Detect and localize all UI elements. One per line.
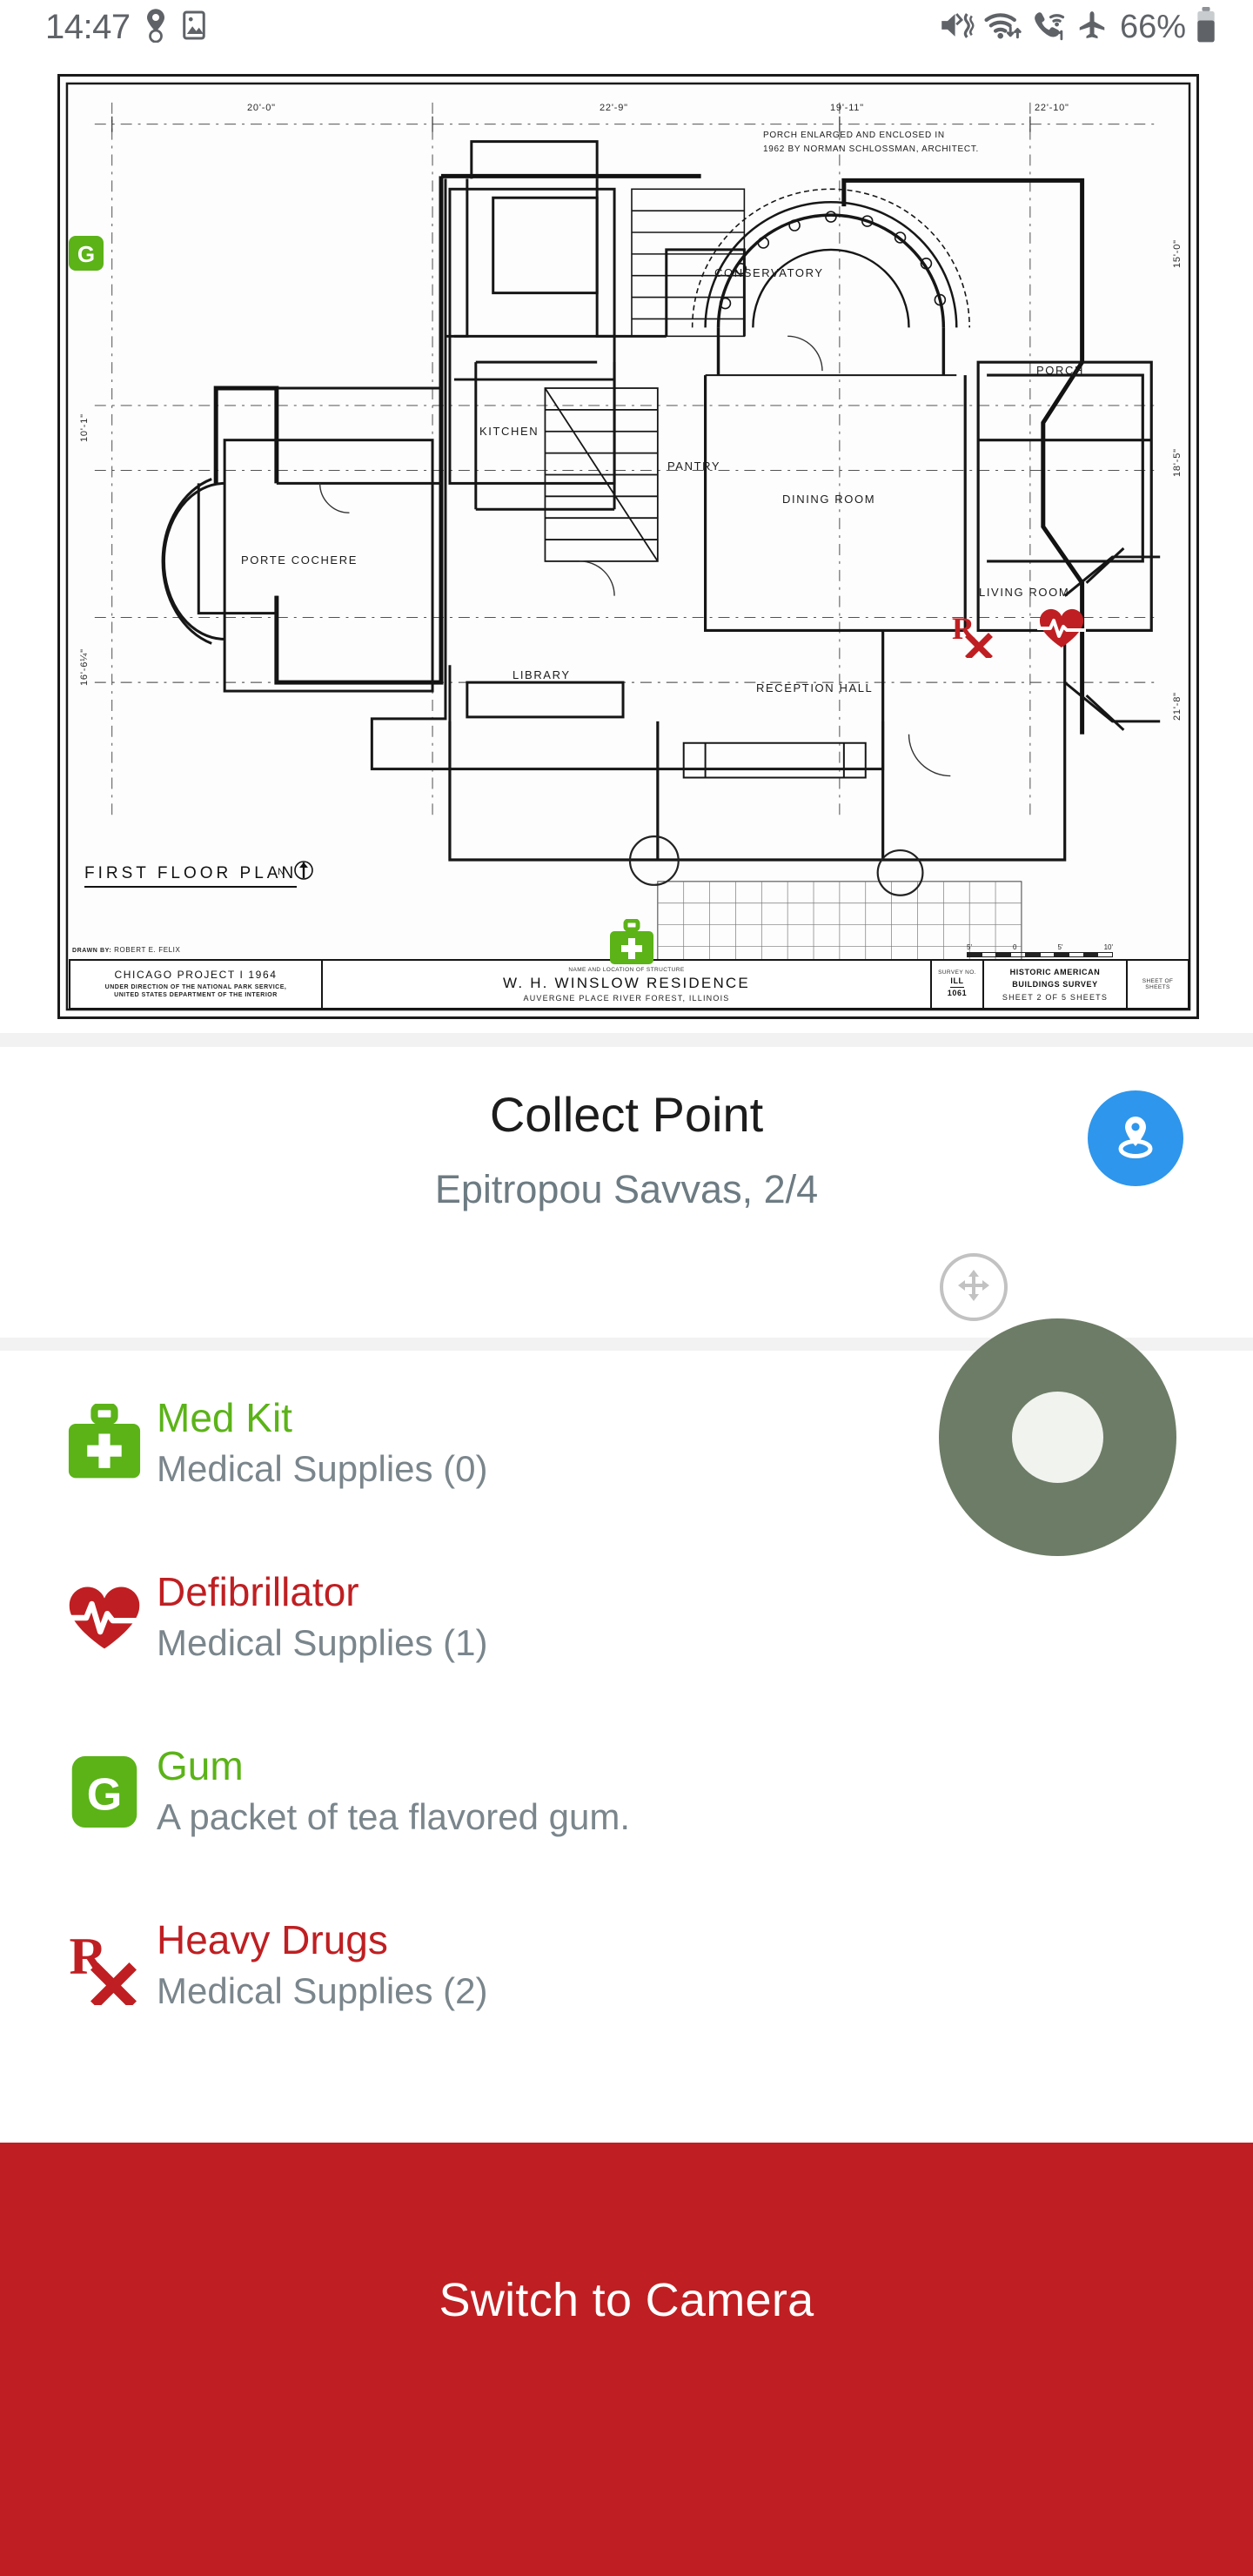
drawn-by-label: DRAWN BY: — [72, 948, 112, 954]
svg-text:G: G — [77, 241, 95, 267]
list-item-text: Med Kit Medical Supplies (0) — [157, 1394, 488, 1491]
list-item-name: Gum — [157, 1742, 244, 1788]
floor-plan-map[interactable]: CONSERVATORY DINING ROOM PORCH PANTRY KI… — [0, 54, 1253, 1033]
list-item-text: Gum A packet of tea flavored gum. — [157, 1742, 630, 1839]
room-label-pantry: PANTRY — [667, 460, 721, 473]
status-bar: 14:47 66% — [0, 0, 1253, 54]
switch-to-camera-button[interactable]: Switch to Camera — [0, 2143, 1253, 2576]
movement-joystick[interactable] — [939, 1318, 1176, 1556]
move-map-handle[interactable] — [940, 1253, 1008, 1321]
gum-marker[interactable]: G — [69, 236, 104, 275]
list-item[interactable]: Defibrillator Medical Supplies (1) — [0, 1535, 1253, 1701]
list-item[interactable]: R Heavy Drugs Medical Supplies (2) — [0, 1883, 1253, 2049]
list-item-description: Medical Supplies (1) — [157, 1621, 488, 1663]
list-item[interactable]: G Gum A packet of tea flavored gum. — [0, 1709, 1253, 1875]
gum-icon: G — [52, 1756, 157, 1828]
sheet-info: SHEET 2 OF 5 SHEETS — [1002, 993, 1109, 1002]
list-item-name: Med Kit — [157, 1394, 292, 1440]
room-label-porch: PORCH — [1036, 364, 1084, 377]
room-label-kitchen: KITCHEN — [479, 425, 539, 438]
divider-above-header — [0, 1033, 1253, 1047]
project-name: CHICAGO PROJECT I 1964 — [114, 969, 278, 982]
missed-call-icon — [1031, 8, 1068, 47]
scale-tick-labels: 5' 0 5' 10' — [967, 943, 1113, 951]
page-subtitle: Epitropou Savvas, 2/4 — [434, 1167, 819, 1211]
heavy-drugs-marker[interactable]: R — [950, 609, 999, 662]
status-bar-left-group: 14:47 — [45, 8, 207, 47]
joystick-knob[interactable] — [1012, 1392, 1103, 1483]
collect-point-header: Collect Point Epitropou Savvas, 2/4 — [0, 1047, 1253, 1338]
scale-tick-2: 5' — [1057, 943, 1063, 951]
gallery-image-icon — [181, 8, 207, 47]
dimension-label-2: 22'-9" — [600, 103, 628, 113]
survey-no-label: SURVEY NO. — [938, 969, 976, 976]
list-item-description: Medical Supplies (0) — [157, 1447, 488, 1489]
structure-address: AUVERGNE PLACE RIVER FOREST, ILLINOIS — [523, 993, 730, 1003]
battery-icon — [1196, 6, 1216, 48]
plan-annotation-note: PORCH ENLARGED AND ENCLOSED IN 1962 BY NO… — [763, 131, 979, 154]
dimension-label-8: 18'-5" — [1172, 448, 1183, 477]
project-sub: UNDER DIRECTION OF THE NATIONAL PARK SER… — [104, 984, 287, 998]
sheet-label: SHEET OF SHEETS — [1142, 978, 1174, 990]
list-item-description: Medical Supplies (2) — [157, 1969, 488, 2011]
dimension-label-7: 15'-0" — [1172, 239, 1183, 268]
title-block-project-cell: CHICAGO PROJECT I 1964 UNDER DIRECTION O… — [70, 961, 323, 1008]
svg-text:N: N — [278, 867, 285, 877]
status-clock: 14:47 — [45, 7, 131, 46]
wifi-icon — [983, 8, 1023, 47]
title-block-org-cell: HISTORIC AMERICAN BUILDINGS SURVEY SHEET… — [984, 961, 1128, 1008]
dimension-label-3: 19'-11" — [830, 103, 864, 113]
med-kit-marker[interactable] — [609, 918, 654, 972]
drawn-by-line: DRAWN BY: ROBERT E. FELIX — [72, 946, 180, 954]
location-icon — [143, 8, 169, 47]
room-label-conservatory: CONSERVATORY — [714, 266, 824, 279]
location-pin-icon — [1110, 1111, 1161, 1166]
list-item-text: Heavy Drugs Medical Supplies (2) — [157, 1916, 488, 2013]
svg-text:G: G — [87, 1770, 123, 1821]
title-block-sheet-cell: SHEET OF SHEETS — [1128, 961, 1188, 1008]
med-kit-icon — [52, 1404, 157, 1484]
dimension-label-4: 22'-10" — [1035, 103, 1069, 113]
room-label-reception-hall: RECEPTION HALL — [756, 681, 874, 694]
scale-strip — [967, 952, 1113, 957]
blueprint-sheet[interactable]: CONSERVATORY DINING ROOM PORCH PANTRY KI… — [57, 74, 1199, 1019]
title-block-survey-cell: SURVEY NO. ILL 1061 — [932, 961, 984, 1008]
plan-sheet-title: FIRST FLOOR PLAN — [84, 864, 298, 888]
move-crosshair-icon — [955, 1266, 993, 1309]
defibrillator-marker[interactable] — [1036, 607, 1087, 654]
drawn-by-name: ROBERT E. FELIX — [114, 946, 181, 954]
mute-vibrate-icon — [939, 8, 975, 47]
room-label-porte-cochere: PORTE COCHERE — [241, 553, 358, 567]
switch-to-camera-label: Switch to Camera — [439, 2274, 814, 2326]
airplane-mode-icon — [1075, 8, 1109, 47]
battery-percent-label: 66% — [1119, 8, 1186, 45]
survey-no-num: 1061 — [947, 989, 968, 997]
room-label-living-room: LIVING ROOM — [979, 586, 1070, 599]
list-item-name: Defibrillator — [157, 1568, 359, 1614]
room-label-dining-room: DINING ROOM — [782, 493, 876, 506]
page-title: Collect Point — [489, 1087, 764, 1142]
defibrillator-heart-icon — [52, 1584, 157, 1652]
list-item-description: A packet of tea flavored gum. — [157, 1795, 630, 1837]
list-item-name: Heavy Drugs — [157, 1916, 388, 1962]
locate-button[interactable] — [1088, 1090, 1183, 1186]
status-bar-right-group: 66% — [939, 0, 1216, 54]
dimension-label-1: 20'-0" — [247, 103, 276, 113]
dimension-label-9: 21'-8" — [1172, 692, 1183, 721]
survey-no: ILL — [950, 976, 964, 988]
room-label-library: LIBRARY — [513, 668, 571, 681]
scale-tick-0: 5' — [967, 943, 972, 951]
rx-prescription-icon: R — [52, 1927, 157, 2005]
scale-bar: 5' 0 5' 10' — [967, 943, 1113, 957]
survey-org: HISTORIC AMERICAN BUILDINGS SURVEY — [1009, 968, 1101, 989]
north-arrow-icon: N — [278, 860, 318, 883]
structure-name: W. H. WINSLOW RESIDENCE — [503, 974, 750, 991]
dimension-label-5: 10'-1" — [79, 413, 90, 442]
scale-tick-3: 10' — [1103, 943, 1113, 951]
scale-tick-1: 0 — [1013, 943, 1017, 951]
dimension-label-6: 16'-6¼" — [79, 648, 90, 686]
list-item-text: Defibrillator Medical Supplies (1) — [157, 1568, 488, 1665]
